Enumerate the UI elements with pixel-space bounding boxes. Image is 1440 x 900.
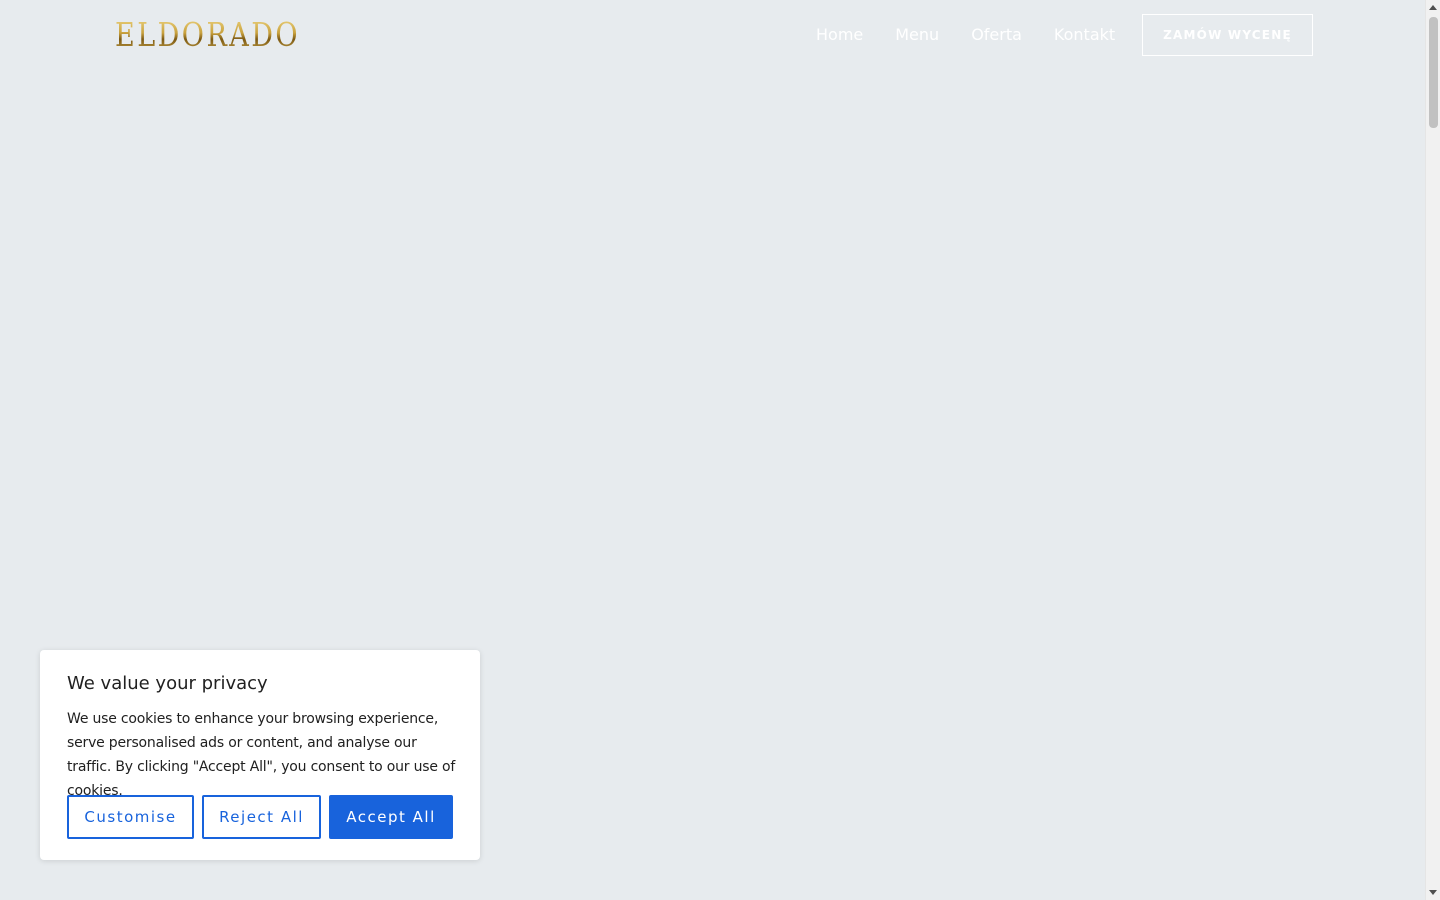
scroll-down-arrow-icon[interactable] xyxy=(1429,890,1437,895)
nav-item-home[interactable]: Home xyxy=(816,22,863,48)
cookie-description: We use cookies to enhance your browsing … xyxy=(67,711,456,799)
accept-all-button[interactable]: Accept All xyxy=(329,795,453,839)
cookie-consent-banner: We value your privacy We use cookies to … xyxy=(40,650,480,860)
main-nav: Home Menu Oferta Kontakt xyxy=(816,22,1147,48)
scrollbar-thumb[interactable] xyxy=(1429,17,1438,128)
site-logo[interactable]: ELDORADO xyxy=(115,14,300,56)
nav-item-menu[interactable]: Menu xyxy=(895,22,939,48)
page-scrollbar[interactable] xyxy=(1425,0,1440,900)
nav-item-kontakt[interactable]: Kontakt xyxy=(1054,22,1115,48)
cookie-title: We value your privacy xyxy=(67,673,268,694)
page: ELDORADO Home Menu Oferta Kontakt ZAMÓW … xyxy=(0,0,1425,900)
customise-button[interactable]: Customise xyxy=(67,795,194,839)
reject-all-button[interactable]: Reject All xyxy=(202,795,321,839)
nav-item-oferta[interactable]: Oferta xyxy=(971,22,1022,48)
scroll-up-arrow-icon[interactable] xyxy=(1429,5,1437,10)
order-quote-button[interactable]: ZAMÓW WYCENĘ xyxy=(1142,14,1313,56)
